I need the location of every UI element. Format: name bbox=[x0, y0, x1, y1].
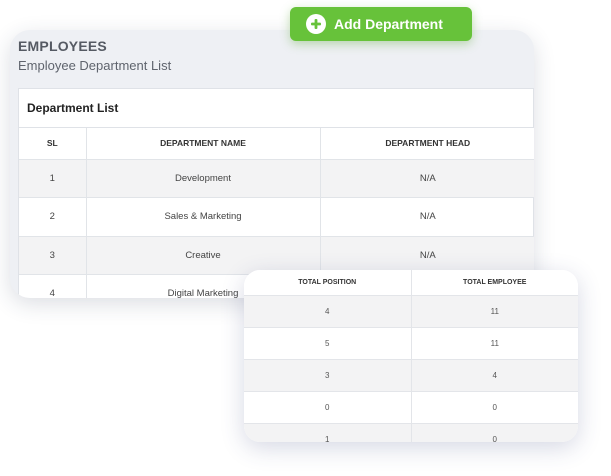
table-row[interactable]: 5 11 bbox=[244, 327, 578, 360]
page-subtitle: Employee Department List bbox=[18, 58, 172, 73]
add-department-button[interactable]: Add Department bbox=[290, 7, 472, 41]
cell-total-position: 0 bbox=[244, 391, 412, 424]
cell-total-employee: 11 bbox=[411, 327, 578, 360]
cell-total-position: 3 bbox=[244, 359, 412, 392]
employees-card: EMPLOYEES Employee Department List Depar… bbox=[10, 30, 534, 298]
column-header-total-position[interactable]: TOTAL POSITION bbox=[244, 270, 412, 296]
column-header-total-employee[interactable]: TOTAL EMPLOYEE bbox=[411, 270, 578, 296]
department-list-title: Department List bbox=[19, 89, 533, 128]
cell-total-employee: 11 bbox=[411, 295, 578, 328]
cell-total-employee: 0 bbox=[411, 423, 578, 442]
cell-department-head: N/A bbox=[320, 236, 534, 275]
table-row[interactable]: 0 0 bbox=[244, 391, 578, 424]
totals-card: TOTAL POSITION TOTAL EMPLOYEE 4 11 5 11 … bbox=[244, 270, 578, 442]
table-header-row: SL DEPARTMENT NAME DEPARTMENT HEAD bbox=[19, 128, 534, 160]
cell-sl: 3 bbox=[19, 236, 87, 275]
column-header-sl[interactable]: SL bbox=[19, 128, 87, 160]
column-header-department-head[interactable]: DEPARTMENT HEAD bbox=[320, 128, 534, 160]
table-row[interactable]: 3 Creative N/A bbox=[19, 236, 534, 275]
column-header-department-name[interactable]: DEPARTMENT NAME bbox=[86, 128, 321, 160]
cell-department-name: Creative bbox=[86, 236, 321, 275]
cell-sl: 1 bbox=[19, 159, 87, 198]
table-row[interactable]: 2 Sales & Marketing N/A bbox=[19, 197, 534, 237]
cell-total-position: 4 bbox=[244, 295, 412, 328]
cell-total-position: 1 bbox=[244, 423, 412, 442]
totals-table: TOTAL POSITION TOTAL EMPLOYEE 4 11 5 11 … bbox=[244, 270, 578, 442]
table-row[interactable]: 4 11 bbox=[244, 295, 578, 328]
cell-total-employee: 4 bbox=[411, 359, 578, 392]
department-list-panel: Department List SL DEPARTMENT NAME DEPAR… bbox=[18, 88, 534, 298]
stage: EMPLOYEES Employee Department List Depar… bbox=[0, 0, 611, 476]
cell-department-name: Sales & Marketing bbox=[86, 197, 321, 237]
cell-department-head: N/A bbox=[320, 159, 534, 198]
cell-department-head: N/A bbox=[320, 197, 534, 237]
table-row[interactable]: 1 Development N/A bbox=[19, 159, 534, 198]
plus-circle-icon bbox=[306, 14, 326, 34]
page-title: EMPLOYEES bbox=[18, 38, 107, 54]
cell-department-name: Development bbox=[86, 159, 321, 198]
plus-glyph bbox=[311, 19, 321, 29]
cell-sl: 4 bbox=[19, 274, 87, 298]
cell-sl: 2 bbox=[19, 197, 87, 237]
totals-header-row: TOTAL POSITION TOTAL EMPLOYEE bbox=[244, 270, 578, 296]
table-row[interactable]: 1 0 bbox=[244, 423, 578, 442]
cell-total-employee: 0 bbox=[411, 391, 578, 424]
table-row[interactable]: 3 4 bbox=[244, 359, 578, 392]
add-department-label: Add Department bbox=[334, 16, 443, 32]
cell-total-position: 5 bbox=[244, 327, 412, 360]
